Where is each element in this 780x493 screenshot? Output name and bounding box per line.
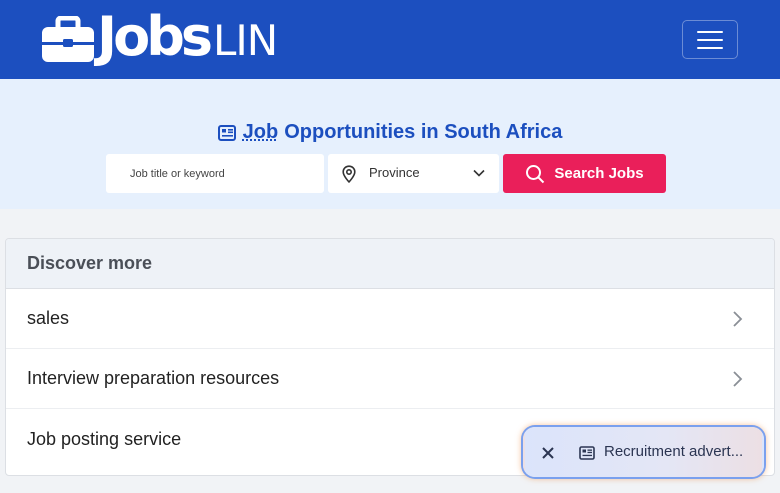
location-pin-icon — [342, 165, 356, 183]
briefcase-icon — [42, 16, 94, 62]
chevron-down-icon — [473, 169, 485, 177]
chevron-right-icon — [733, 311, 743, 327]
page-title: Job Opportunities in South Africa — [0, 121, 780, 144]
recruitment-advert-pill[interactable]: Recruitment advert... — [523, 427, 764, 477]
newspaper-icon — [217, 124, 236, 141]
recruitment-advert-label: Recruitment advert... — [604, 443, 744, 460]
newspaper-icon — [579, 446, 595, 460]
province-select[interactable]: Province — [328, 154, 499, 193]
discover-more-heading: Discover more — [6, 239, 774, 289]
province-select-value: Province — [369, 165, 420, 180]
discover-item-label: sales — [27, 308, 70, 328]
search-jobs-button[interactable]: Search Jobs — [503, 154, 666, 193]
title-rest: Opportunities in South Africa — [284, 121, 563, 143]
logo-word-main: Jobs — [97, 5, 213, 68]
discover-item-label: Job posting service — [27, 428, 182, 449]
navbar: JobsLIN — [0, 0, 780, 79]
discover-item-sales[interactable]: sales — [6, 289, 774, 349]
logo-word-suffix: LIN — [213, 16, 278, 65]
chevron-right-icon — [733, 371, 743, 387]
logo-text: JobsLIN — [97, 10, 278, 66]
keyword-search-input[interactable] — [106, 154, 324, 193]
close-icon[interactable] — [541, 446, 555, 460]
search-icon — [526, 164, 545, 183]
search-jobs-button-label: Search Jobs — [554, 165, 644, 182]
hamburger-menu-icon[interactable] — [682, 20, 738, 59]
title-highlight-link[interactable]: Job — [243, 121, 279, 144]
search-hero: Job Opportunities in South Africa Provin… — [0, 79, 780, 209]
site-logo[interactable]: JobsLIN — [42, 10, 278, 66]
discover-item-label: Interview preparation resources — [27, 368, 280, 388]
discover-item-interview-preparation[interactable]: Interview preparation resources — [6, 349, 774, 409]
